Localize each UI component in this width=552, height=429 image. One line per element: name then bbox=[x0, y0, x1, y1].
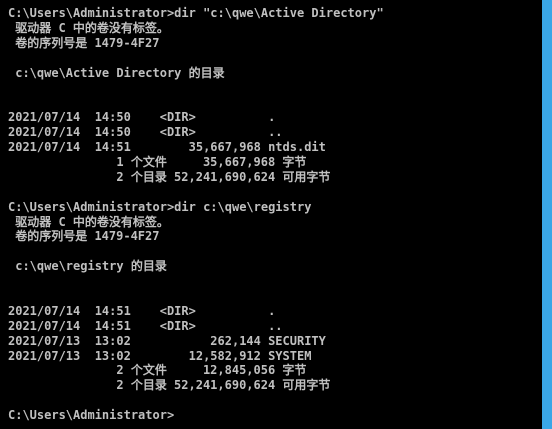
console-line: 2021/07/14 14:50 <DIR> . bbox=[8, 110, 276, 125]
console-line: c:\qwe\registry 的目录 bbox=[8, 259, 167, 274]
console-line: 2 个目录 52,241,690,624 可用字节 bbox=[8, 378, 331, 393]
console-line: 2021/07/13 13:02 262,144 SECURITY bbox=[8, 333, 326, 348]
console-line: 2021/07/14 14:51 <DIR> .. bbox=[8, 318, 283, 333]
console-line: 驱动器 C 中的卷没有标签。 bbox=[8, 20, 169, 35]
console-prompt[interactable]: C:\Users\Administrator> bbox=[8, 408, 174, 423]
console-line: 驱动器 C 中的卷没有标签。 bbox=[8, 214, 169, 229]
console-output[interactable]: C:\Users\Administrator>dir "c:\qwe\Activ… bbox=[0, 0, 542, 429]
console-line: C:\Users\Administrator>dir c:\qwe\regist… bbox=[8, 199, 312, 214]
console-line: 卷的序列号是 1479-4F27 bbox=[8, 229, 160, 244]
console-line: 2021/07/13 13:02 12,582,912 SYSTEM bbox=[8, 348, 312, 363]
console-line: 2 个目录 52,241,690,624 可用字节 bbox=[8, 169, 331, 184]
console-line: c:\qwe\Active Directory 的目录 bbox=[8, 65, 225, 80]
console-line: 1 个文件 35,667,968 字节 bbox=[8, 154, 307, 169]
console-line: 2021/07/14 14:51 35,667,968 ntds.dit bbox=[8, 140, 326, 155]
console-line: C:\Users\Administrator>dir "c:\qwe\Activ… bbox=[8, 6, 384, 20]
console-line: 卷的序列号是 1479-4F27 bbox=[8, 35, 160, 50]
console-line: 2021/07/14 14:50 <DIR> .. bbox=[8, 125, 283, 140]
console-line: 2 个文件 12,845,056 字节 bbox=[8, 363, 307, 378]
console-line: 2021/07/14 14:51 <DIR> . bbox=[8, 303, 276, 318]
scrollbar[interactable] bbox=[542, 0, 552, 429]
